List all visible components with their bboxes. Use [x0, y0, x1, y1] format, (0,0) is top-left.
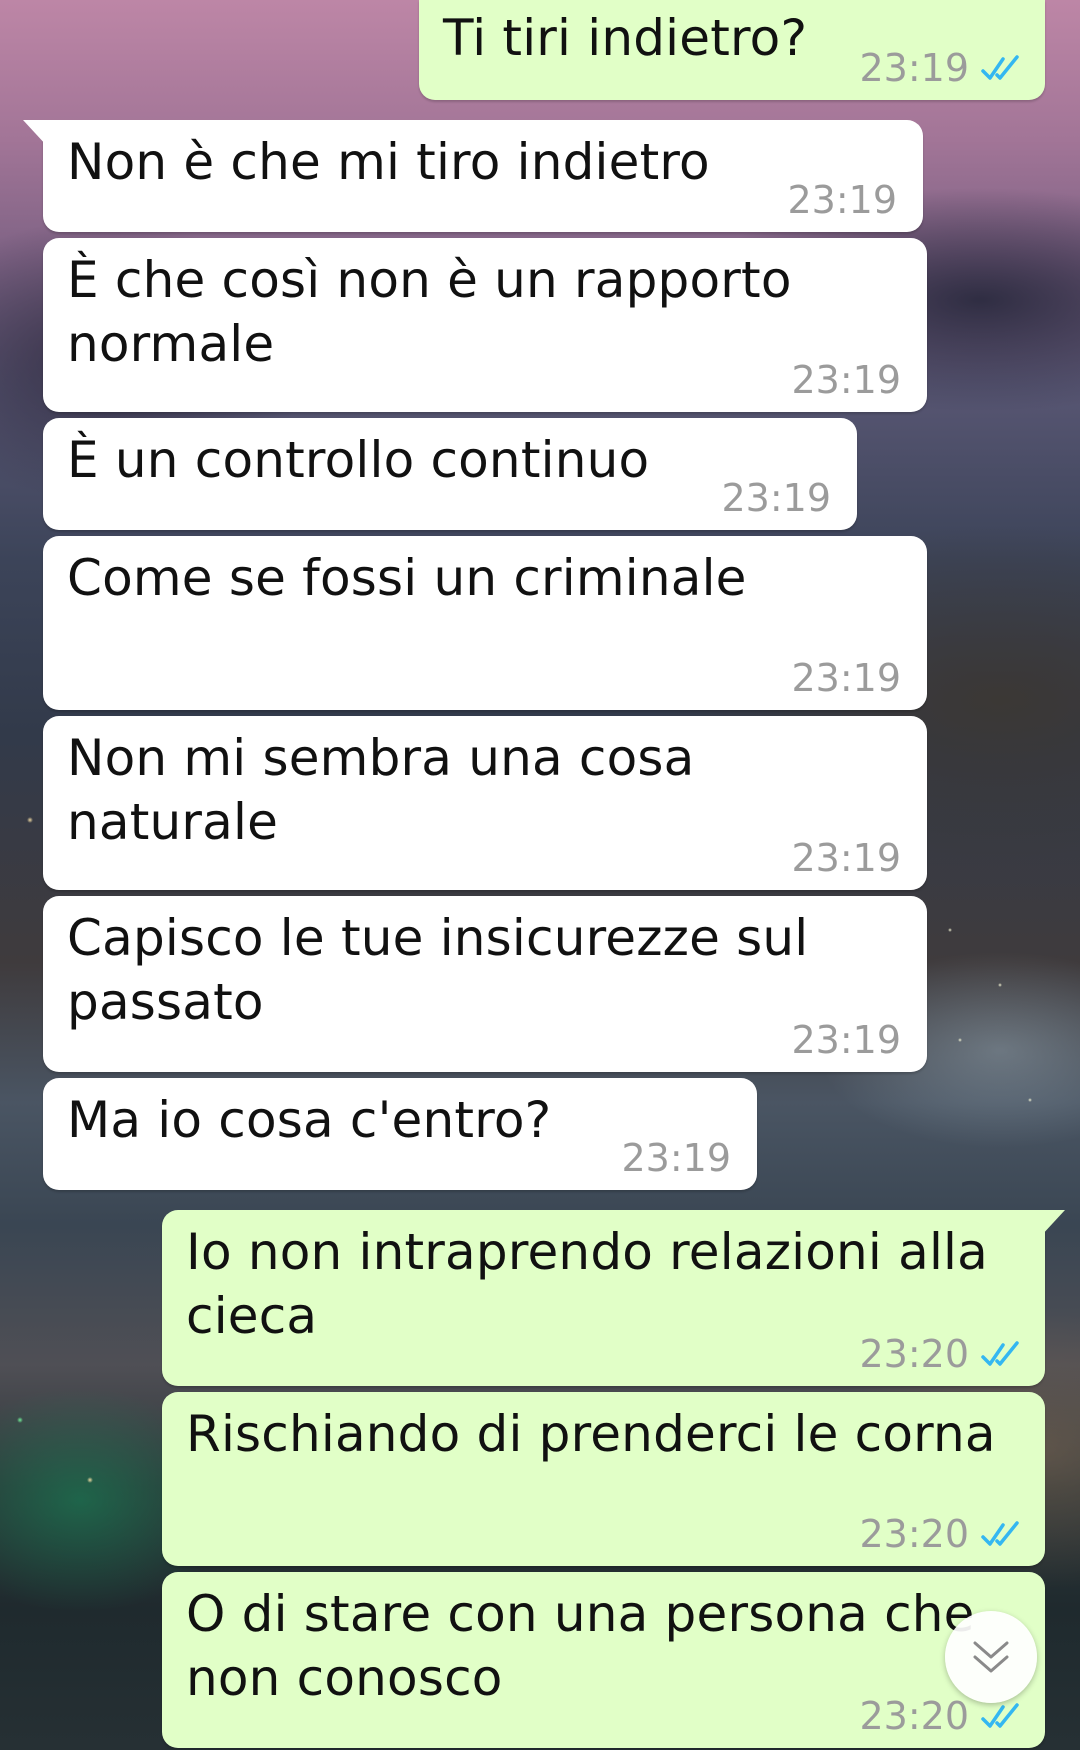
message-text: Capisco le tue insicurezze sul passato	[67, 909, 809, 1031]
message-bubble-incoming[interactable]: È un controllo continuo 23:19	[43, 418, 857, 530]
message-bubble-incoming[interactable]: Come se fossi un criminale 23:19	[43, 536, 927, 710]
message-time: 23:19	[787, 178, 897, 222]
message-meta: 23:19	[791, 656, 901, 700]
message-time: 23:19	[791, 358, 901, 402]
message-time: 23:20	[859, 1332, 969, 1376]
message-meta: 23:19	[721, 476, 831, 520]
message-meta: 23:19	[621, 1136, 731, 1180]
message-text: È un controllo continuo	[67, 431, 650, 489]
message-text: Io non intraprendo relazioni alla cieca	[186, 1223, 988, 1345]
message-bubble-incoming[interactable]: È che così non è un rapporto normale 23:…	[43, 238, 927, 412]
message-time: 23:19	[621, 1136, 731, 1180]
message-bubble-incoming[interactable]: Ma io cosa c'entro? 23:19	[43, 1078, 757, 1190]
message-meta: 23:19	[791, 358, 901, 402]
message-meta: 23:19	[859, 46, 1023, 90]
message-text: È che così non è un rapporto normale	[67, 251, 792, 373]
read-receipt-icon	[981, 1521, 1019, 1546]
message-text: O di stare con una persona che non conos…	[186, 1585, 975, 1707]
message-text: Non mi sembra una cosa naturale	[67, 729, 695, 851]
message-bubble-incoming[interactable]: Non è che mi tiro indietro 23:19	[23, 120, 923, 232]
bubble-tail	[1041, 1210, 1065, 1236]
message-bubble-outgoing[interactable]: Io non intraprendo relazioni alla cieca …	[162, 1210, 1065, 1386]
message-bubble-incoming[interactable]: Capisco le tue insicurezze sul passato 2…	[43, 896, 927, 1072]
message-time: 23:19	[791, 656, 901, 700]
message-meta: 23:19	[791, 836, 901, 880]
message-time: 23:19	[859, 46, 969, 90]
message-text: Non è che mi tiro indietro	[67, 133, 710, 191]
message-bubble-incoming[interactable]: Non mi sembra una cosa naturale 23:19	[43, 716, 927, 890]
message-time: 23:19	[721, 476, 831, 520]
message-time: 23:19	[791, 1018, 901, 1062]
message-time: 23:20	[859, 1694, 969, 1738]
message-list[interactable]: Ti tiri indietro? 23:19 Non è che mi tir…	[0, 0, 1080, 1750]
message-text: Come se fossi un criminale	[67, 549, 747, 607]
bubble-tail	[23, 120, 47, 146]
message-bubble-outgoing[interactable]: Ti tiri indietro? 23:19	[419, 0, 1045, 100]
read-receipt-icon	[981, 55, 1019, 80]
message-meta: 23:20	[859, 1512, 1023, 1556]
message-meta: 23:19	[787, 178, 897, 222]
read-receipt-icon	[981, 1341, 1019, 1366]
message-meta: 23:20	[859, 1332, 1023, 1376]
scroll-to-bottom-button[interactable]	[945, 1611, 1037, 1703]
message-meta: 23:19	[791, 1018, 901, 1062]
double-chevron-down-icon	[973, 1641, 1009, 1673]
message-time: 23:20	[859, 1512, 969, 1556]
message-time: 23:19	[791, 836, 901, 880]
message-bubble-outgoing[interactable]: O di stare con una persona che non conos…	[162, 1572, 1045, 1748]
message-bubble-outgoing[interactable]: Rischiando di prenderci le corna 23:20	[162, 1392, 1045, 1566]
read-receipt-icon	[981, 1703, 1019, 1728]
message-text: Rischiando di prenderci le corna	[186, 1405, 996, 1463]
